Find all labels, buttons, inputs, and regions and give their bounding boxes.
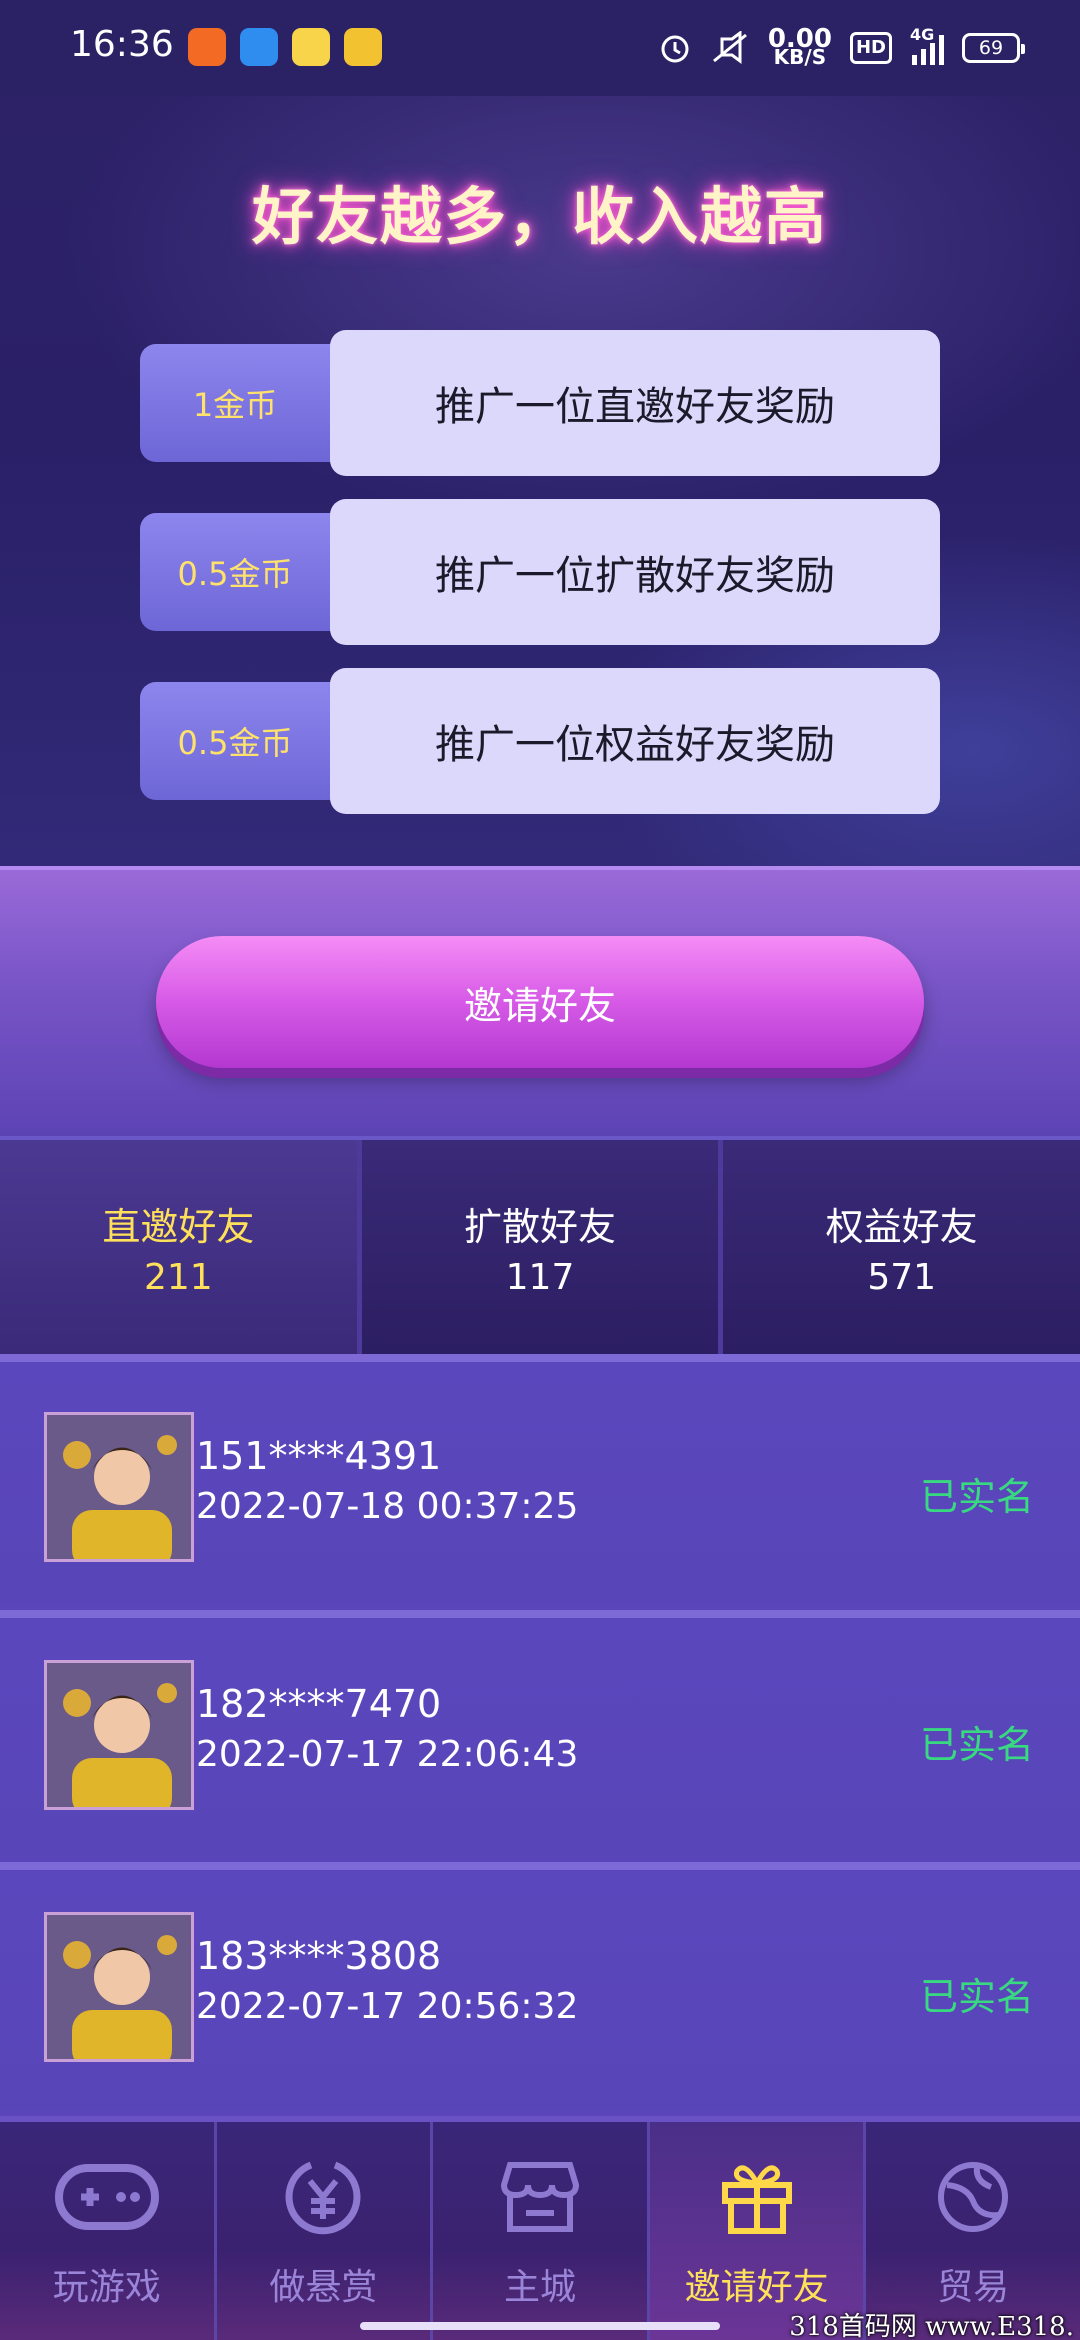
app-icon-kuaishou: [188, 28, 226, 66]
tab-count: 571: [867, 1257, 937, 1298]
avatar: [44, 1660, 194, 1810]
verified-status: 已实名: [919, 1723, 1034, 1767]
tab-count: 117: [505, 1257, 575, 1298]
friend-phone: 183****3808: [196, 1934, 442, 1978]
nav-item-play-games[interactable]: 玩游戏: [0, 2122, 217, 2340]
watermark: 318首码网 www.E318.: [789, 2312, 1074, 2340]
mute-icon: [712, 31, 747, 64]
tab-equity-friends[interactable]: 权益好友 571: [723, 1140, 1080, 1354]
reward-amount: 1金币: [140, 344, 340, 462]
invite-section: 邀请好友: [0, 866, 1080, 1136]
reward-row: 1金币 推广一位直邀好友奖励: [140, 330, 940, 476]
tab-label: 权益好友: [825, 1205, 978, 1249]
nav-label: 主城: [503, 2267, 576, 2308]
battery-icon: 69: [962, 33, 1025, 63]
network-speed: 0.00 KB/S: [767, 24, 832, 69]
gamepad-icon: [52, 2152, 162, 2242]
nav-item-bounty[interactable]: 做悬赏: [217, 2122, 434, 2340]
app-icon-wallet: [344, 28, 382, 66]
list-item[interactable]: 183****3808 2022-07-17 20:56:32 已实名: [0, 1862, 1080, 2110]
invite-friends-button[interactable]: 邀请好友: [156, 936, 924, 1068]
app-icon-browser: [240, 28, 278, 66]
nav-item-main-city[interactable]: 主城: [433, 2122, 650, 2340]
reward-description: 推广一位权益好友奖励: [330, 668, 940, 814]
gift-icon: [702, 2152, 812, 2242]
nav-label: 邀请好友: [684, 2267, 829, 2308]
banner-title: 好友越多，收入越高: [251, 180, 828, 253]
friend-list: 151****4391 2022-07-18 00:37:25 已实名 182*…: [0, 1354, 1080, 2116]
avatar: [44, 1912, 194, 2062]
reward-row: 0.5金币 推广一位权益好友奖励: [140, 668, 940, 814]
home-indicator[interactable]: [360, 2322, 720, 2330]
status-bar: 16:36 0.00 KB/S HD 4G 69: [0, 0, 1080, 96]
reward-row: 0.5金币 推广一位扩散好友奖励: [140, 499, 940, 645]
nav-label: 玩游戏: [52, 2267, 161, 2308]
reward-banner: 好友越多，收入越高 1金币 推广一位直邀好友奖励 0.5金币 推广一位扩散好友奖…: [0, 96, 1080, 866]
friend-join-time: 2022-07-18 00:37:25: [196, 1486, 579, 1527]
reward-description: 推广一位直邀好友奖励: [330, 330, 940, 476]
status-indicators: 0.00 KB/S HD 4G 69: [658, 22, 1025, 74]
globe-icon: [918, 2152, 1028, 2242]
yen-coin-icon: [268, 2152, 378, 2242]
list-item[interactable]: 182****7470 2022-07-17 22:06:43 已实名: [0, 1610, 1080, 1858]
avatar: [44, 1412, 194, 1562]
app-icon-weibo: [292, 28, 330, 66]
signal-icon: 4G: [910, 25, 944, 65]
reward-amount: 0.5金币: [140, 513, 340, 631]
reward-description: 推广一位扩散好友奖励: [330, 499, 940, 645]
tab-direct-friends[interactable]: 直邀好友 211: [0, 1140, 362, 1354]
tab-label: 扩散好友: [464, 1205, 617, 1249]
list-item[interactable]: 151****4391 2022-07-18 00:37:25 已实名: [0, 1354, 1080, 1602]
nav-label: 做悬赏: [269, 2267, 378, 2308]
tab-label: 直邀好友: [102, 1205, 255, 1249]
verified-status: 已实名: [919, 1475, 1034, 1519]
tab-count: 211: [143, 1257, 213, 1298]
verified-status: 已实名: [919, 1975, 1034, 2019]
friend-phone: 182****7470: [196, 1682, 442, 1726]
friend-join-time: 2022-07-17 20:56:32: [196, 1986, 579, 2027]
tab-spread-friends[interactable]: 扩散好友 117: [361, 1140, 724, 1354]
friend-phone: 151****4391: [196, 1434, 442, 1478]
store-icon: [485, 2152, 595, 2242]
hd-icon: HD: [849, 32, 892, 64]
friend-tabs: 直邀好友 211 扩散好友 117 权益好友 571: [0, 1136, 1080, 1354]
alarm-icon: [661, 35, 689, 63]
reward-amount: 0.5金币: [140, 682, 340, 800]
friend-join-time: 2022-07-17 22:06:43: [196, 1734, 579, 1775]
status-time: 16:36: [70, 24, 174, 65]
nav-label: 贸易: [937, 2267, 1010, 2308]
